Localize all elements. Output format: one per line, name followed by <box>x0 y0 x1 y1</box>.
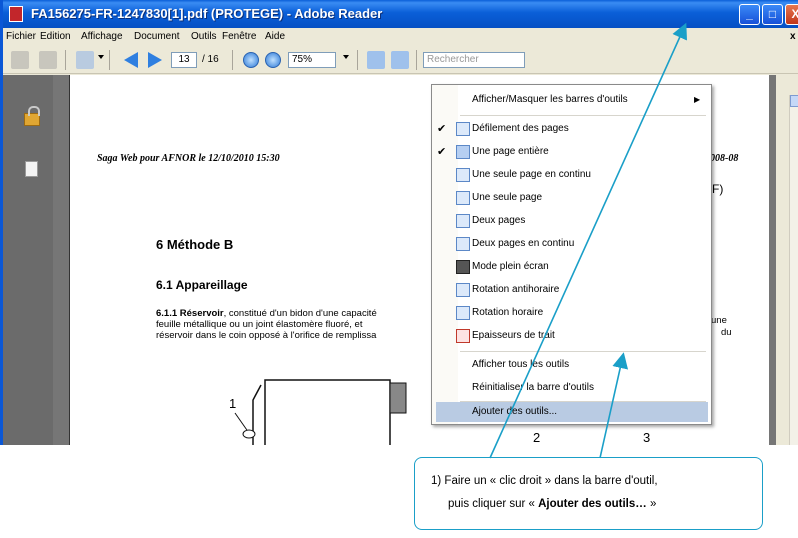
reservoir-valve <box>242 429 256 439</box>
menu-item-rotate-ccw[interactable]: Rotation antihoraire <box>432 279 711 301</box>
callout-line-2-suffix: » <box>646 498 657 510</box>
menu-item-scroll-pages[interactable]: ✔ Défilement des pages <box>432 118 711 140</box>
line-weights-icon <box>456 329 470 343</box>
fit-page-icon <box>456 145 470 159</box>
menu-item-reset-toolbar[interactable]: Réinitialiser la barre d'outils <box>432 377 711 399</box>
menu-item-fit-page[interactable]: ✔ Une page entière <box>432 141 711 163</box>
callout-line-1: 1) Faire un « clic droit » dans la barre… <box>431 475 658 487</box>
menu-item-label: Rotation horaire <box>472 307 544 318</box>
check-icon: ✔ <box>437 146 447 158</box>
rotate-cw-icon <box>456 306 470 320</box>
menu-item-label: Une page entière <box>472 146 549 157</box>
two-continuous-icon <box>456 237 470 251</box>
menu-item-label: Rotation antihoraire <box>472 284 560 295</box>
menu-item-label: Une seule page <box>472 192 543 203</box>
menu-item-label: Deux pages <box>472 215 526 226</box>
check-icon: ✔ <box>437 123 447 135</box>
menu-item-label: Une seule page en continu <box>472 169 591 180</box>
menu-item-add-tools[interactable]: Ajouter des outils... <box>436 402 708 422</box>
rotate-ccw-icon <box>456 283 470 297</box>
reservoir-cap <box>389 382 407 414</box>
callout-emphasis: Ajouter des outils… <box>538 498 647 510</box>
fullscreen-icon <box>456 260 470 274</box>
single-page-icon <box>456 191 470 205</box>
menu-item-show-all-tools[interactable]: Afficher tous les outils <box>432 354 711 376</box>
instruction-callout: 1) Faire un « clic droit » dans la barre… <box>414 457 763 530</box>
menu-item-label: Afficher/Masquer les barres d'outils <box>472 94 628 105</box>
menu-item-two-pages[interactable]: Deux pages <box>432 210 711 232</box>
menu-item-fullscreen[interactable]: Mode plein écran <box>432 256 711 278</box>
context-menu: Afficher/Masquer les barres d'outils ▶ ✔… <box>431 84 712 425</box>
menu-item-label: Deux pages en continu <box>472 238 575 249</box>
menu-item-single-page[interactable]: Une seule page <box>432 187 711 209</box>
menu-item-single-continuous[interactable]: Une seule page en continu <box>432 164 711 186</box>
submenu-arrow-icon: ▶ <box>694 95 701 104</box>
menu-item-two-continuous[interactable]: Deux pages en continu <box>432 233 711 255</box>
menu-item-rotate-cw[interactable]: Rotation horaire <box>432 302 711 324</box>
menu-separator <box>460 115 706 116</box>
menu-item-line-weights[interactable]: Epaisseurs de trait <box>432 325 711 347</box>
callout-line-2-prefix: puis cliquer sur « <box>448 498 539 510</box>
menu-item-label: Mode plein écran <box>472 261 549 272</box>
menu-item-toggle-toolbars[interactable]: Afficher/Masquer les barres d'outils ▶ <box>432 89 711 111</box>
callout-line-2: puis cliquer sur « Ajouter des outils… » <box>448 498 656 510</box>
menu-item-label: Epaisseurs de trait <box>472 330 555 341</box>
scroll-pages-icon <box>456 122 470 136</box>
two-pages-icon <box>456 214 470 228</box>
adobe-reader-window: FA156275-FR-1247830[1].pdf (PROTEGE) - A… <box>0 0 798 445</box>
single-continuous-icon <box>456 168 470 182</box>
menu-item-label: Réinitialiser la barre d'outils <box>472 382 594 393</box>
menu-item-label: Défilement des pages <box>472 123 569 134</box>
reservoir-body <box>264 379 391 445</box>
menu-item-label: Ajouter des outils... <box>472 406 558 417</box>
menu-separator <box>460 351 706 352</box>
menu-item-label: Afficher tous les outils <box>472 359 570 370</box>
